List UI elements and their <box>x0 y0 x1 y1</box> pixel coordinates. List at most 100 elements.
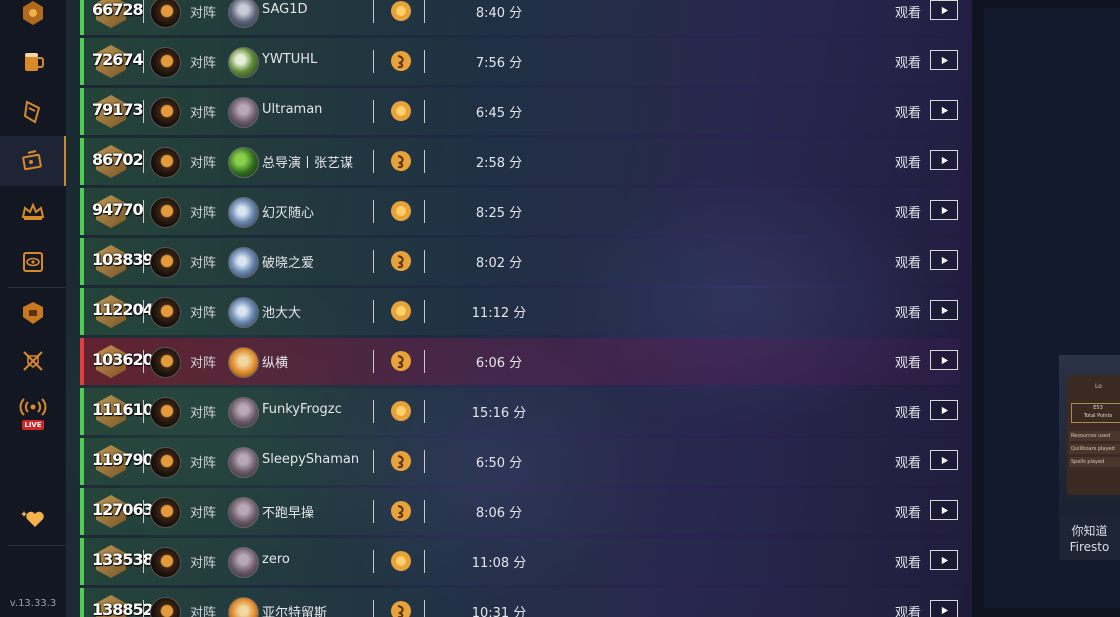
opponent-hero-portrait <box>228 547 259 578</box>
match-duration: 8:02 分 <box>475 256 523 271</box>
divider <box>424 0 425 23</box>
turn-order-indicator <box>390 0 412 22</box>
divider <box>143 600 144 617</box>
player-hero-portrait <box>150 597 181 617</box>
vs-label: 对阵 <box>190 606 217 617</box>
match-duration: 8:40 分 <box>475 6 523 21</box>
turn-order-indicator <box>390 450 412 472</box>
match-history-icon <box>22 150 42 171</box>
nav-tavern[interactable] <box>0 37 66 87</box>
watch-replay-button[interactable] <box>930 100 958 120</box>
play-icon <box>941 456 948 464</box>
watch-replay-button[interactable] <box>930 50 958 70</box>
nav-match-history[interactable] <box>0 136 66 186</box>
match-duration: 6:45 分 <box>475 106 523 121</box>
match-row[interactable]: 103620 对阵 纵横 6:06 分 观看 <box>80 338 960 385</box>
turn-order-indicator <box>390 400 412 422</box>
divider <box>373 350 374 373</box>
match-row[interactable]: 66728 对阵 SAG1D 8:40 分 观看 <box>80 0 960 35</box>
player-hero-portrait <box>150 547 181 578</box>
vs-label: 对阵 <box>190 306 217 321</box>
watch-replay-button[interactable] <box>930 300 958 320</box>
going-first-coin-icon <box>391 101 411 121</box>
going-second-coin-icon <box>391 251 411 271</box>
watch-label: 观看 <box>895 356 922 371</box>
going-second-coin-icon <box>391 351 411 371</box>
watch-label: 观看 <box>895 456 922 471</box>
opponent-hero-portrait <box>228 447 259 478</box>
watch-label: 观看 <box>895 256 922 271</box>
divider <box>424 350 425 373</box>
match-row[interactable]: 111610 对阵 FunkyFrogzc 15:16 分 观看 <box>80 388 960 435</box>
watch-replay-button[interactable] <box>930 200 958 220</box>
match-row[interactable]: 133538 对阵 zero 11:08 分 观看 <box>80 538 960 585</box>
watch-replay-button[interactable] <box>930 450 958 470</box>
live-badge: LIVE <box>22 420 44 430</box>
sidebar: LIVE v.13.33.3 <box>0 0 67 617</box>
player-hero-portrait <box>150 447 181 478</box>
watch-replay-button[interactable] <box>930 500 958 520</box>
rank-value: 133538 <box>92 550 154 569</box>
vs-label: 对阵 <box>190 406 217 421</box>
rank-value: 119790 <box>92 450 154 469</box>
match-row[interactable]: 112204 对阵 池大大 11:12 分 观看 <box>80 288 960 335</box>
match-row[interactable]: 127063 对阵 不跑早操 8:06 分 观看 <box>80 488 960 535</box>
watch-replay-button[interactable] <box>930 600 958 617</box>
tip-preview-row: Spells played <box>1069 457 1120 467</box>
player-hero-portrait <box>150 97 181 128</box>
divider <box>143 400 144 423</box>
turn-order-indicator <box>390 550 412 572</box>
nav-crown[interactable] <box>0 187 66 237</box>
play-icon <box>941 106 948 114</box>
opponent-name: SAG1D <box>262 2 308 17</box>
match-row[interactable]: 72674 对阵 YWTUHL 7:56 分 观看 <box>80 38 960 85</box>
divider <box>424 600 425 617</box>
watch-replay-button[interactable] <box>930 400 958 420</box>
nav-arena[interactable] <box>0 288 66 338</box>
divider <box>373 150 374 173</box>
watch-replay-button[interactable] <box>930 550 958 570</box>
nav-rank-emblem[interactable] <box>0 0 66 38</box>
tip-card[interactable]: Lo E53 Total Points Resources used Quillb… <box>1059 355 1120 560</box>
going-first-coin-icon <box>391 401 411 421</box>
watch-label: 观看 <box>895 306 922 321</box>
match-row[interactable]: 86702 对阵 总导演丨张艺谋 2:58 分 观看 <box>80 138 960 185</box>
divider <box>424 100 425 123</box>
going-second-coin-icon <box>391 501 411 521</box>
live-stream-icon <box>19 398 47 416</box>
watch-label: 观看 <box>895 406 922 421</box>
sidebar-divider <box>8 545 66 546</box>
opponent-name: 幻灭随心 <box>262 206 315 221</box>
nav-battle[interactable] <box>0 336 66 386</box>
nav-support[interactable] <box>0 494 66 544</box>
turn-order-indicator <box>390 50 412 72</box>
watch-replay-button[interactable] <box>930 250 958 270</box>
turn-order-indicator <box>390 500 412 522</box>
nav-cards[interactable] <box>0 87 66 137</box>
opponent-name: 纵横 <box>262 356 289 371</box>
watch-label: 观看 <box>895 106 922 121</box>
match-row[interactable]: 94770 对阵 幻灭随心 8:25 分 观看 <box>80 188 960 235</box>
divider <box>373 300 374 323</box>
match-row[interactable]: 138852 对阵 亚尔特留斯 10:31 分 观看 <box>80 588 960 617</box>
going-first-coin-icon <box>391 1 411 21</box>
divider <box>373 100 374 123</box>
nav-eye-card[interactable] <box>0 237 66 287</box>
watch-replay-button[interactable] <box>930 150 958 170</box>
turn-order-indicator <box>390 150 412 172</box>
divider <box>143 100 144 123</box>
rank-value: 66728 <box>92 0 144 19</box>
tip-preview-row: Quillboars played <box>1069 444 1120 454</box>
watch-replay-button[interactable] <box>930 350 958 370</box>
divider <box>424 500 425 523</box>
match-row[interactable]: 79173 对阵 Ultraman 6:45 分 观看 <box>80 88 960 135</box>
opponent-name: 池大大 <box>262 306 302 321</box>
match-row[interactable]: 103839 对阵 破晓之爱 8:02 分 观看 <box>80 238 960 285</box>
player-hero-portrait <box>150 47 181 78</box>
match-row[interactable]: 119790 对阵 SleepyShaman 6:50 分 观看 <box>80 438 960 485</box>
match-duration: 11:08 分 <box>471 556 527 571</box>
watch-replay-button[interactable] <box>930 0 958 20</box>
vs-label: 对阵 <box>190 456 217 471</box>
divider <box>143 300 144 323</box>
divider <box>373 400 374 423</box>
